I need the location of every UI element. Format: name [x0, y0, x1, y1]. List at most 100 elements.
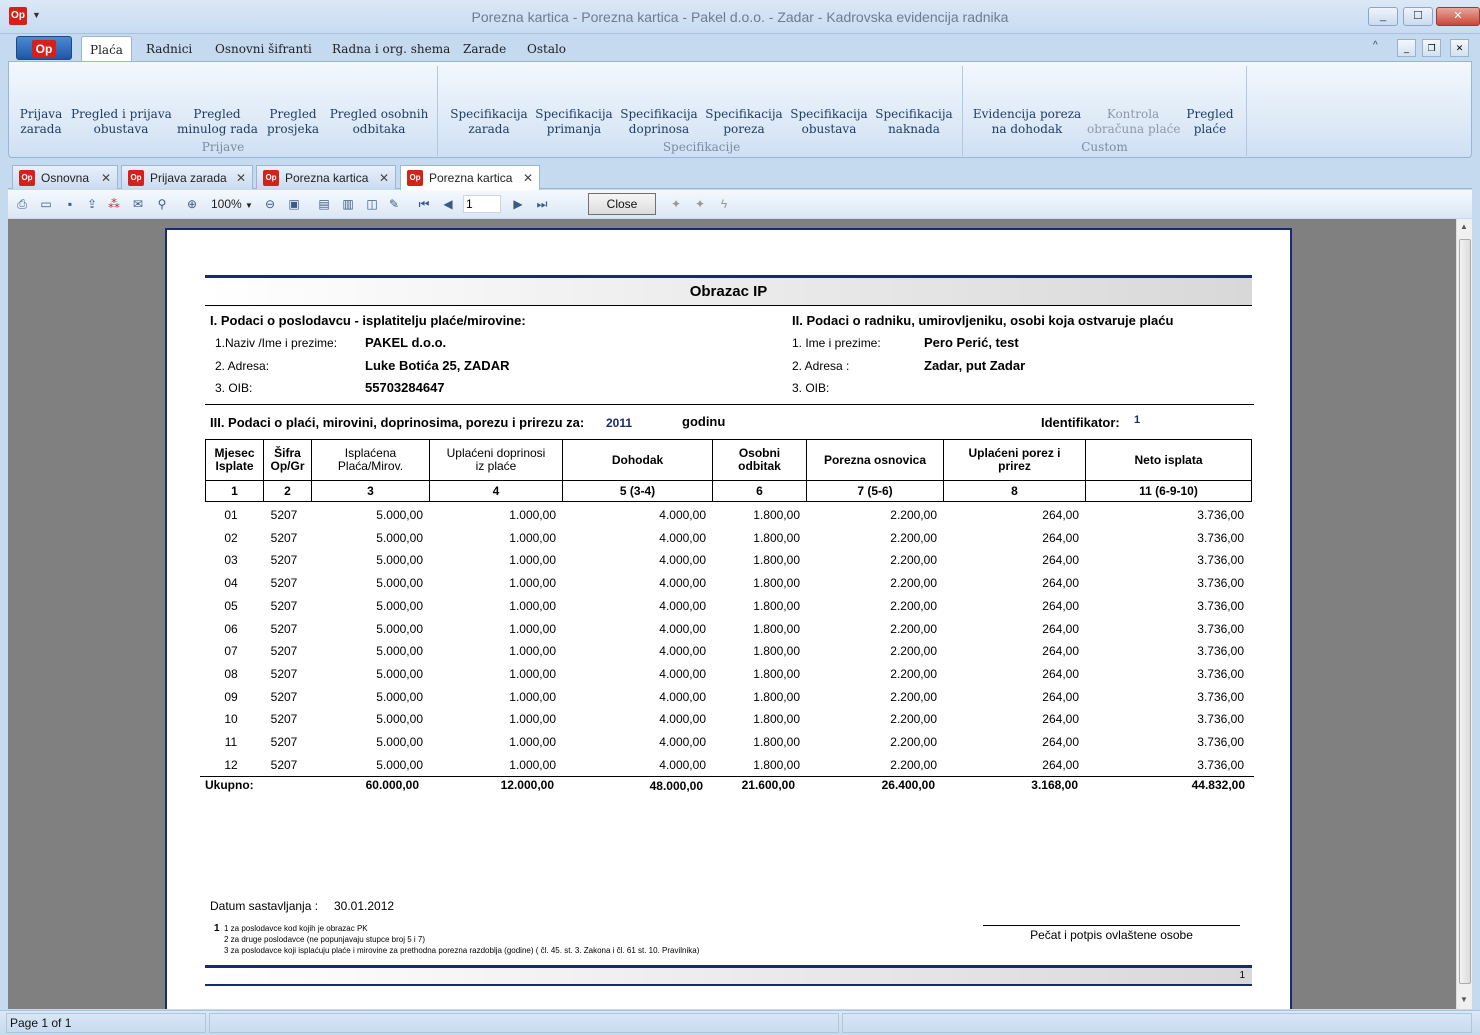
zoom-in-icon[interactable]: ⊕	[184, 196, 200, 212]
pregled-place-button[interactable]: Pregled plaće	[1183, 107, 1237, 137]
footnote: 2 za druge poslodavce (ne popunjavaju st…	[224, 935, 426, 944]
find-icon[interactable]: ⚲	[154, 196, 170, 212]
edit-icon[interactable]: ✎	[386, 196, 402, 212]
table-row: 06 5207 5.000,00 1.000,00 4.000,00 1.800,00 2.…	[205, 618, 1252, 640]
report-toolbar: ⎙ ▭ ▪ ⇪ ⁂ ✉ ⚲ ⊕ 100% ▼ ⊖ ▣ ▤ ▥ ◫ ✎ ⏮ ◀ 1…	[8, 190, 1472, 218]
table-row: 09 5207 5.000,00 1.000,00 4.000,00 1.800,00 2.…	[205, 686, 1252, 708]
column-header: Isplaćena Plaća/Mirov.	[312, 440, 430, 480]
ribbon-panel: Prijava zarada Pregled i prijava obustav…	[8, 61, 1472, 158]
table-cell: 264,00	[1042, 508, 1079, 522]
specifikacija-naknada-button[interactable]: Specifikacija naknada	[874, 107, 954, 137]
table-cell: 264,00	[1042, 530, 1079, 545]
mdi-close-button[interactable]: ✕	[1450, 39, 1469, 57]
application-menu-button[interactable]: Op	[16, 36, 72, 60]
close-window-button[interactable]: ✕	[1436, 7, 1480, 26]
pregled-osobnih-odbitaka-button[interactable]: Pregled osobnih odbitaka	[329, 107, 429, 137]
zoom-out-icon[interactable]: ⊖	[262, 196, 278, 212]
tab-osnovni-sifranti[interactable]: Osnovni šifranti	[207, 40, 320, 58]
pdf-icon[interactable]: ⁂	[106, 196, 122, 212]
pregled-minulog-rada-button[interactable]: Pregled minulog rada	[177, 107, 258, 137]
print-icon[interactable]: ⎙	[14, 196, 30, 212]
total-value: 26.400,00	[881, 778, 935, 792]
tab-radnici[interactable]: Radnici	[138, 40, 200, 58]
table-cell: 1.800,00	[753, 576, 800, 591]
table-cell: 5207	[270, 757, 298, 772]
pregled-prosjeka-button[interactable]: Pregled prosjeka	[261, 107, 325, 137]
multi-page-icon[interactable]: ▥	[340, 196, 356, 212]
close-tab-icon[interactable]: ✕	[236, 167, 246, 189]
email-icon[interactable]: ✉	[130, 196, 146, 212]
table-cell: 1.000,00	[509, 689, 556, 704]
table-cell: 1.800,00	[753, 621, 800, 636]
collapse-ribbon-icon[interactable]: ^	[1373, 40, 1378, 51]
doc-tab-porezna-kartica-1[interactable]: Op Porezna kartica ✕	[256, 165, 396, 189]
vertical-scrollbar[interactable]: ▲ ▼	[1456, 219, 1472, 1009]
minimize-button[interactable]: _	[1368, 7, 1398, 26]
table-cell: 1.800,00	[753, 644, 800, 659]
doc-tab-prijava-zarada[interactable]: Op Prijava zarada ✕	[121, 165, 253, 189]
report-page: Obrazac IP I. Podaci o poslodavcu - ispl…	[165, 228, 1292, 1009]
table-cell: 5.000,00	[376, 530, 423, 545]
table-cell: 2.200,00	[890, 666, 937, 681]
table-cell: 264,00	[1042, 553, 1079, 568]
scroll-down-icon[interactable]: ▼	[1460, 995, 1468, 1004]
op-icon: Op	[19, 169, 35, 186]
prijava-zarada-button[interactable]: Prijava zarada	[15, 107, 67, 137]
table-cell: 4.000,00	[659, 530, 706, 545]
report-viewer[interactable]: Obrazac IP I. Podaci o poslodavcu - ispl…	[8, 219, 1456, 1009]
column-header: Neto isplata	[1134, 452, 1203, 467]
mdi-restore-button[interactable]: ❐	[1422, 39, 1441, 57]
pregled-prijava-obustava-button[interactable]: Pregled i prijava obustava	[71, 107, 172, 137]
close-report-button[interactable]: Close	[588, 193, 656, 215]
specifikacija-poreza-button[interactable]: Specifikacija poreza	[704, 107, 784, 137]
scroll-thumb[interactable]	[1459, 239, 1471, 984]
export-icon[interactable]: ⇪	[84, 196, 100, 212]
maximize-button[interactable]: ☐	[1403, 7, 1433, 26]
specifikacija-obustava-button[interactable]: Specifikacija obustava	[789, 107, 869, 137]
tab-radna-org-shema[interactable]: Radna i org. shema	[324, 40, 458, 58]
doc-tab-porezna-kartica-2[interactable]: Op Porezna kartica ✕	[400, 165, 540, 190]
open-icon[interactable]: ▭	[38, 196, 54, 212]
book-icon[interactable]: ◫	[364, 196, 380, 212]
evidencija-poreza-button[interactable]: Evidencija poreza na dohodak	[972, 107, 1082, 137]
tab-zarade[interactable]: Zarade	[455, 40, 514, 58]
specifikacija-doprinosa-button[interactable]: Specifikacija doprinosa	[619, 107, 699, 137]
specifikacija-primanja-button[interactable]: Specifikacija primanja	[534, 107, 614, 137]
table-cell: 5207	[270, 644, 298, 659]
close-tab-icon[interactable]: ✕	[523, 167, 533, 189]
mdi-minimize-button[interactable]: _	[1397, 39, 1416, 57]
date-label: Datum sastavljanja :	[210, 899, 319, 913]
single-page-icon[interactable]: ▤	[316, 196, 332, 212]
doc-tab-osnovna[interactable]: Op Osnovna ✕	[12, 165, 118, 189]
scroll-up-icon[interactable]: ▲	[1460, 222, 1468, 231]
date-value: 30.01.2012	[334, 899, 395, 913]
previous-page-icon[interactable]: ◀	[440, 196, 456, 212]
window-title: Porezna kartica - Porezna kartica - Pake…	[471, 9, 1009, 25]
tab-placa[interactable]: Plaća	[81, 36, 132, 62]
table-row: 07 5207 5.000,00 1.000,00 4.000,00 1.800,00 2.…	[205, 640, 1252, 662]
employer-oib: 55703284647	[365, 380, 445, 395]
group-separator	[1246, 66, 1247, 156]
section1-heading: I. Podaci o poslodavcu - isplatitelju pl…	[210, 313, 526, 328]
page-width-icon[interactable]: ▣	[286, 196, 302, 212]
table-cell: 07	[224, 644, 238, 659]
table-cell: 10	[224, 712, 238, 727]
specifikacija-zarada-button[interactable]: Specifikacija zarada	[449, 107, 529, 137]
save-icon[interactable]: ▪	[62, 196, 78, 212]
next-page-icon[interactable]: ▶	[510, 196, 526, 212]
column-header: Šifra Op/Gr	[264, 440, 312, 480]
table-cell: 1.000,00	[509, 621, 556, 636]
report-title: Obrazac IP	[205, 278, 1252, 305]
group-separator	[437, 66, 438, 156]
close-tab-icon[interactable]: ✕	[379, 167, 389, 189]
first-page-icon[interactable]: ⏮	[416, 196, 432, 212]
column-number: 2	[264, 480, 312, 501]
table-cell: 2.200,00	[890, 712, 937, 727]
last-page-icon[interactable]: ⏭	[534, 196, 550, 212]
column-header: Uplaćeni porez i prirez	[944, 440, 1086, 480]
zoom-select[interactable]: 100% ▼	[211, 195, 257, 213]
table-cell: 264,00	[1042, 621, 1079, 636]
close-tab-icon[interactable]: ✕	[101, 167, 111, 189]
page-number-input[interactable]: 1	[463, 195, 501, 213]
tab-ostalo[interactable]: Ostalo	[519, 40, 574, 58]
